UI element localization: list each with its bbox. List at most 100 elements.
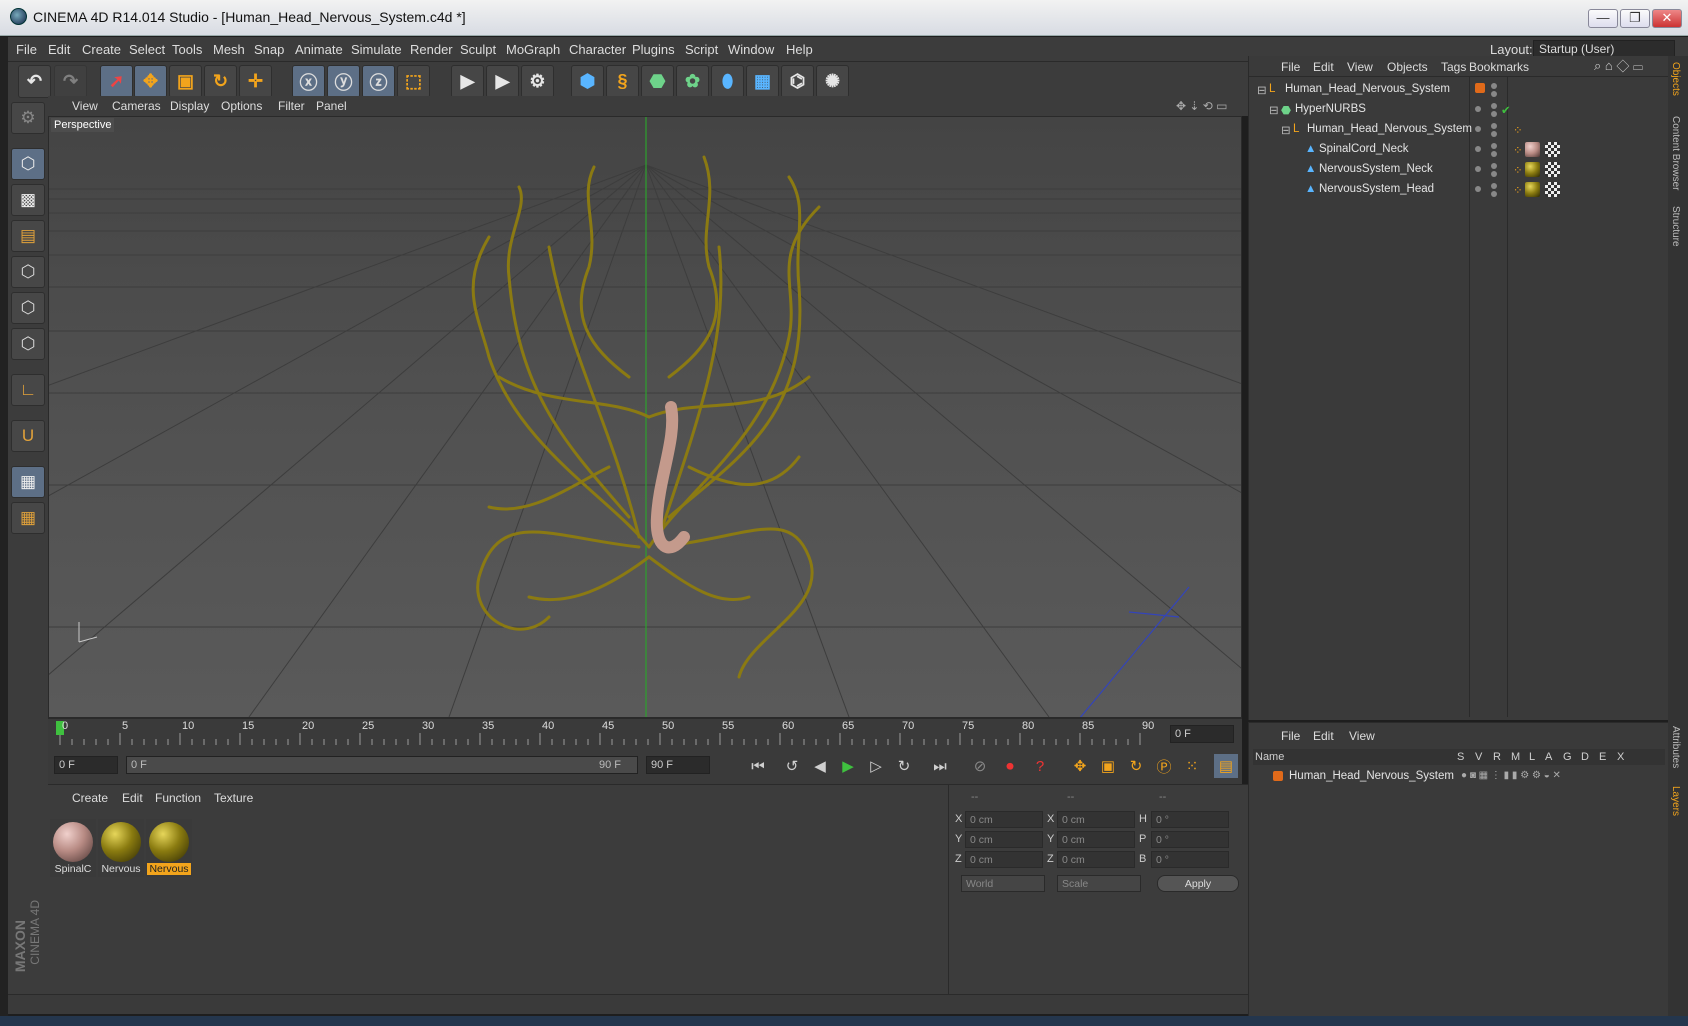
size-z-field[interactable]: 0 cm <box>1057 851 1135 868</box>
menu-animate[interactable]: Animate <box>295 42 343 57</box>
autokey-icon[interactable]: ⏺ <box>998 754 1022 778</box>
object-menu-tags[interactable]: Tags <box>1441 60 1466 74</box>
y-axis-icon[interactable]: ⓨ <box>327 65 360 98</box>
object-menu-view[interactable]: View <box>1347 60 1373 74</box>
play-icon[interactable]: ▶ <box>836 754 860 778</box>
tab-objects[interactable]: Objects <box>1670 62 1681 96</box>
menu-simulate[interactable]: Simulate <box>351 42 402 57</box>
menu-render[interactable]: Render <box>410 42 453 57</box>
close-button[interactable]: ✕ <box>1652 9 1682 28</box>
tab-content-browser[interactable]: Content Browser <box>1670 116 1681 190</box>
render-visibility-dot[interactable] <box>1491 191 1497 197</box>
end-frame-field[interactable]: 90 F <box>646 756 710 774</box>
object-manager-nav-icons[interactable]: ⌕ ⌂ ◇ ▭ <box>1594 58 1643 74</box>
layer-dot[interactable] <box>1475 186 1481 192</box>
position-z-field[interactable]: 0 cm <box>965 851 1043 868</box>
next-key-icon[interactable]: ↻ <box>892 754 916 778</box>
move-icon[interactable]: ✥ <box>134 65 167 98</box>
editor-visibility-dot[interactable] <box>1491 103 1497 109</box>
goto-start-icon[interactable]: ⏮ <box>746 754 770 778</box>
key-parameter-icon[interactable]: Ⓟ <box>1152 754 1176 778</box>
viewport-menu-panel[interactable]: Panel <box>316 99 347 113</box>
material-tag-icon[interactable] <box>1525 182 1540 197</box>
polygons-mode-icon[interactable]: ⬡ <box>11 328 45 360</box>
timeline-ruler[interactable]: 0 5 10 15 20 25 30 35 40 45 50 55 60 65 70 75 80 85 90 0 F <box>48 718 1242 750</box>
phong-tag-icon[interactable]: ⁘ <box>1513 183 1523 197</box>
material-tag-icon[interactable] <box>1525 142 1540 157</box>
points-mode-icon[interactable]: ⬡ <box>11 256 45 288</box>
viewport-menu-display[interactable]: Display <box>170 99 209 113</box>
model-mode-icon[interactable]: ⬡ <box>11 148 45 180</box>
array-icon[interactable]: ✿ <box>676 65 709 98</box>
material-menu-edit[interactable]: Edit <box>122 791 143 805</box>
render-visibility-dot[interactable] <box>1491 151 1497 157</box>
layer-dot[interactable] <box>1475 166 1481 172</box>
edges-mode-icon[interactable]: ⬡ <box>11 292 45 324</box>
layer-color-swatch[interactable] <box>1273 771 1283 781</box>
rotation-h-field[interactable]: 0 ° <box>1151 811 1229 828</box>
menu-snap[interactable]: Snap <box>254 42 284 57</box>
viewport-menu-view[interactable]: View <box>72 99 98 113</box>
uvw-tag-icon[interactable] <box>1545 142 1560 157</box>
object-menu-edit[interactable]: Edit <box>1313 60 1334 74</box>
layer-dot[interactable] <box>1475 126 1481 132</box>
object-menu-file[interactable]: File <box>1281 60 1300 74</box>
rotate-icon[interactable]: ↻ <box>204 65 237 98</box>
prev-frame-icon[interactable]: ◀ <box>808 754 832 778</box>
material-menu-function[interactable]: Function <box>155 791 201 805</box>
live-selection-icon[interactable]: ➚ <box>100 65 133 98</box>
scale-icon[interactable]: ▣ <box>169 65 202 98</box>
key-position-icon[interactable]: ✥ <box>1068 754 1092 778</box>
key-scale-icon[interactable]: ▣ <box>1096 754 1120 778</box>
deformer-icon[interactable]: ⬮ <box>711 65 744 98</box>
phong-tag-icon[interactable]: ⁘ <box>1513 143 1523 157</box>
z-axis-icon[interactable]: ⓩ <box>362 65 395 98</box>
menu-tools[interactable]: Tools <box>172 42 202 57</box>
floor-icon[interactable]: ▦ <box>746 65 779 98</box>
object-menu-bookmarks[interactable]: Bookmarks <box>1469 60 1529 74</box>
object-row[interactable]: ⊟ ⬣ HyperNURBS ✔ <box>1249 100 1669 120</box>
object-row[interactable]: ▲ NervousSystem_Head ⁘ <box>1249 180 1669 200</box>
record-keys-icon[interactable]: ⊘ <box>968 754 992 778</box>
snap-icon[interactable]: U <box>11 420 45 452</box>
undo-icon[interactable]: ↶ <box>18 65 51 98</box>
timeline-window-icon[interactable]: ▤ <box>1214 754 1238 778</box>
layer-menu-file[interactable]: File <box>1281 729 1300 743</box>
axis-mode-icon[interactable]: ∟ <box>11 374 45 406</box>
material-swatch-selected[interactable]: Nervous <box>146 819 192 877</box>
menu-sculpt[interactable]: Sculpt <box>460 42 496 57</box>
layout-dropdown[interactable]: Startup (User) <box>1533 40 1675 57</box>
menu-mesh[interactable]: Mesh <box>213 42 245 57</box>
editor-visibility-dot[interactable] <box>1491 83 1497 89</box>
locked-workplane-icon[interactable]: ▦ <box>11 466 45 498</box>
menu-help[interactable]: Help <box>786 42 813 57</box>
uvw-tag-icon[interactable] <box>1545 182 1560 197</box>
coordinate-type-dropdown[interactable]: Scale <box>1057 875 1141 892</box>
position-y-field[interactable]: 0 cm <box>965 831 1043 848</box>
tab-structure[interactable]: Structure <box>1670 206 1681 247</box>
preview-range-slider[interactable]: 0 F 90 F <box>126 756 638 774</box>
enabled-check-icon[interactable]: ✔ <box>1501 103 1511 117</box>
object-row[interactable]: ⊟ L Human_Head_Nervous_System <box>1249 80 1669 100</box>
viewport-menu-cameras[interactable]: Cameras <box>112 99 161 113</box>
keyframe-selection-icon[interactable]: ? <box>1028 754 1052 778</box>
layer-menu-edit[interactable]: Edit <box>1313 729 1334 743</box>
texture-mode-icon[interactable]: ▩ <box>11 184 45 216</box>
coordinate-system-icon[interactable]: ⬚ <box>397 65 430 98</box>
viewport-menu-filter[interactable]: Filter <box>278 99 305 113</box>
key-rotation-icon[interactable]: ↻ <box>1124 754 1148 778</box>
menu-edit[interactable]: Edit <box>48 42 70 57</box>
menu-script[interactable]: Script <box>685 42 718 57</box>
editor-visibility-dot[interactable] <box>1491 163 1497 169</box>
layer-menu-view[interactable]: View <box>1349 729 1375 743</box>
render-view-icon[interactable]: ▶ <box>451 65 484 98</box>
cube-icon[interactable]: ⬢ <box>571 65 604 98</box>
layer-dot[interactable] <box>1475 106 1481 112</box>
prev-key-icon[interactable]: ↺ <box>780 754 804 778</box>
current-frame-field[interactable]: 0 F <box>1170 725 1234 743</box>
menu-select[interactable]: Select <box>129 42 165 57</box>
planar-workplane-icon[interactable]: ▦ <box>11 502 45 534</box>
render-visibility-dot[interactable] <box>1491 171 1497 177</box>
phong-tag-icon[interactable]: ⁘ <box>1513 163 1523 177</box>
layer-row[interactable]: Human_Head_Nervous_System ● ◙ ▦ ⋮ ▮ ▮ ⚙ … <box>1249 767 1669 787</box>
